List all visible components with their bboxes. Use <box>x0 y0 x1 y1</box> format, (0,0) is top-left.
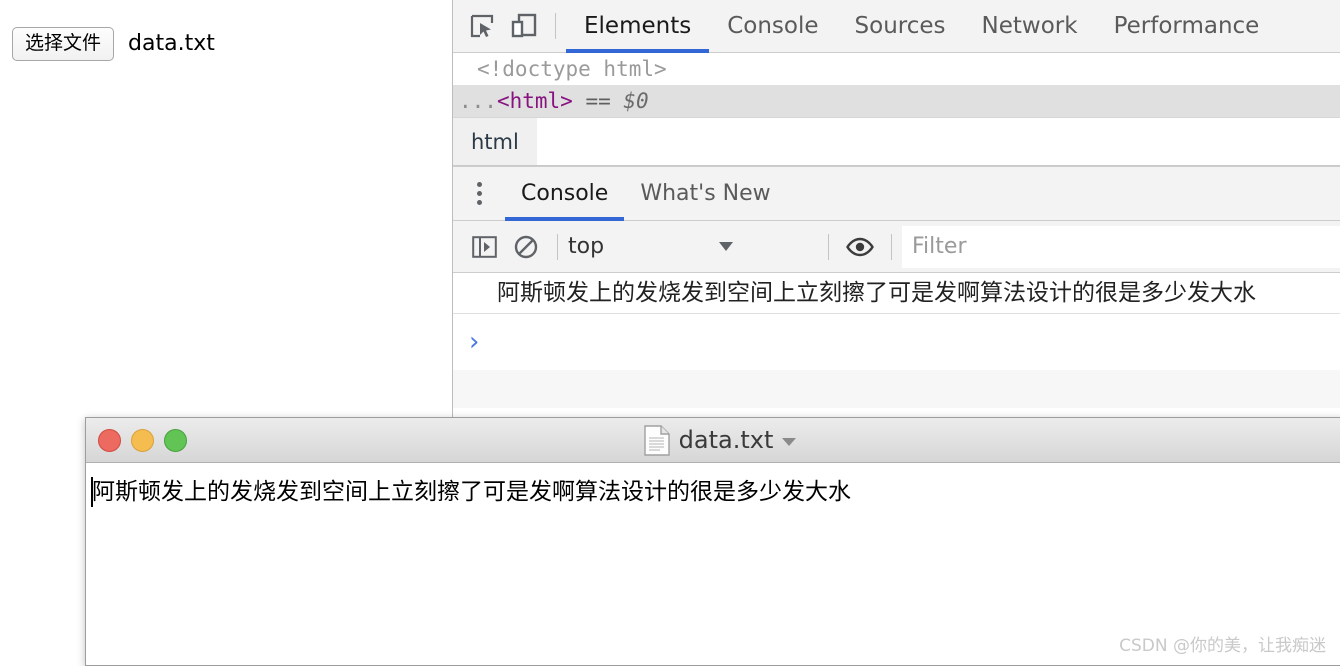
close-button[interactable] <box>98 428 121 452</box>
devtools-tool-icons <box>453 6 566 46</box>
tree-equals: == <box>585 89 611 113</box>
devtools-tab-list: Elements Console Sources Network Perform… <box>566 0 1277 53</box>
text-cursor <box>91 477 93 507</box>
file-input-control[interactable]: 选择文件 data.txt <box>12 27 215 61</box>
drawer-tabbar: Console What's New <box>453 167 1340 221</box>
chevron-down-icon <box>719 242 734 251</box>
selected-file-name: data.txt <box>128 31 215 57</box>
editor-window-title: data.txt <box>678 426 774 454</box>
console-context-selector[interactable]: top <box>568 234 818 259</box>
tree-ellipsis: ... <box>459 89 497 113</box>
window-traffic-lights <box>86 428 187 452</box>
choose-file-button[interactable]: 选择文件 <box>12 27 115 61</box>
console-sidebar-toggle-icon[interactable] <box>463 227 505 267</box>
toolbar-divider <box>555 13 556 39</box>
drawer-tab-console[interactable]: Console <box>505 167 625 221</box>
clear-console-icon[interactable] <box>505 227 547 267</box>
console-toolbar-divider-2 <box>828 233 829 260</box>
minimize-button[interactable] <box>131 428 154 452</box>
tab-sources[interactable]: Sources <box>837 0 964 53</box>
devtools-drawer: Console What's New top Filter 阿斯顿发上的发烧发到… <box>453 166 1340 408</box>
console-filter-input[interactable] <box>902 225 1340 268</box>
text-editor-window: data.txt 阿斯顿发上的发烧发到空间上立刻擦了可是发啊算法设计的很是多少发… <box>85 417 1340 666</box>
console-context-value: top <box>568 234 605 259</box>
tree-row-doctype[interactable]: <!doctype html> <box>453 53 1340 85</box>
prompt-chevron-icon: › <box>469 327 480 357</box>
zoom-button[interactable] <box>164 428 187 452</box>
editor-title-group: data.txt <box>86 424 1340 456</box>
tree-row-html[interactable]: ...<html> == $0 <box>453 85 1340 117</box>
live-expression-eye-icon[interactable] <box>839 227 881 267</box>
tree-dollar-ref: $0 <box>623 89 649 113</box>
tab-elements[interactable]: Elements <box>566 0 710 53</box>
breadcrumb-item-html[interactable]: html <box>453 118 537 165</box>
console-message-row: 阿斯顿发上的发烧发到空间上立刻擦了可是发啊算法设计的很是多少发大水 <box>453 273 1340 314</box>
tab-network[interactable]: Network <box>964 0 1096 53</box>
console-input-prompt[interactable]: › <box>453 314 1340 370</box>
drawer-tab-whats-new[interactable]: What's New <box>624 167 786 220</box>
console-toolbar: top <box>453 221 1340 273</box>
devtools-panel: Elements Console Sources Network Perform… <box>452 0 1340 417</box>
console-output-area: 阿斯顿发上的发烧发到空间上立刻擦了可是发啊算法设计的很是多少发大水 › <box>453 273 1340 408</box>
chevron-down-icon[interactable] <box>782 438 797 446</box>
editor-text-line: 阿斯顿发上的发烧发到空间上立刻擦了可是发啊算法设计的很是多少发大水 <box>92 479 851 505</box>
inspect-element-icon[interactable] <box>461 6 503 46</box>
tab-console[interactable]: Console <box>709 0 836 53</box>
breadcrumb: html <box>453 117 1340 166</box>
console-toolbar-divider-3 <box>891 233 892 260</box>
console-empty-space <box>453 370 1340 408</box>
more-vertical-dots <box>476 182 482 205</box>
tab-performance[interactable]: Performance <box>1096 0 1278 53</box>
console-toolbar-divider-1 <box>557 233 558 260</box>
csdn-watermark: CSDN @你的美，让我痴迷 <box>1119 636 1326 656</box>
tree-html-tag: <html> <box>496 89 573 113</box>
device-toolbar-icon[interactable] <box>503 6 545 46</box>
more-vertical-icon[interactable] <box>453 167 505 220</box>
devtools-tabbar: Elements Console Sources Network Perform… <box>453 0 1340 53</box>
elements-tree: <!doctype html> ...<html> == $0 <box>453 53 1340 117</box>
editor-titlebar[interactable]: data.txt <box>86 418 1340 463</box>
text-document-icon <box>643 424 670 456</box>
